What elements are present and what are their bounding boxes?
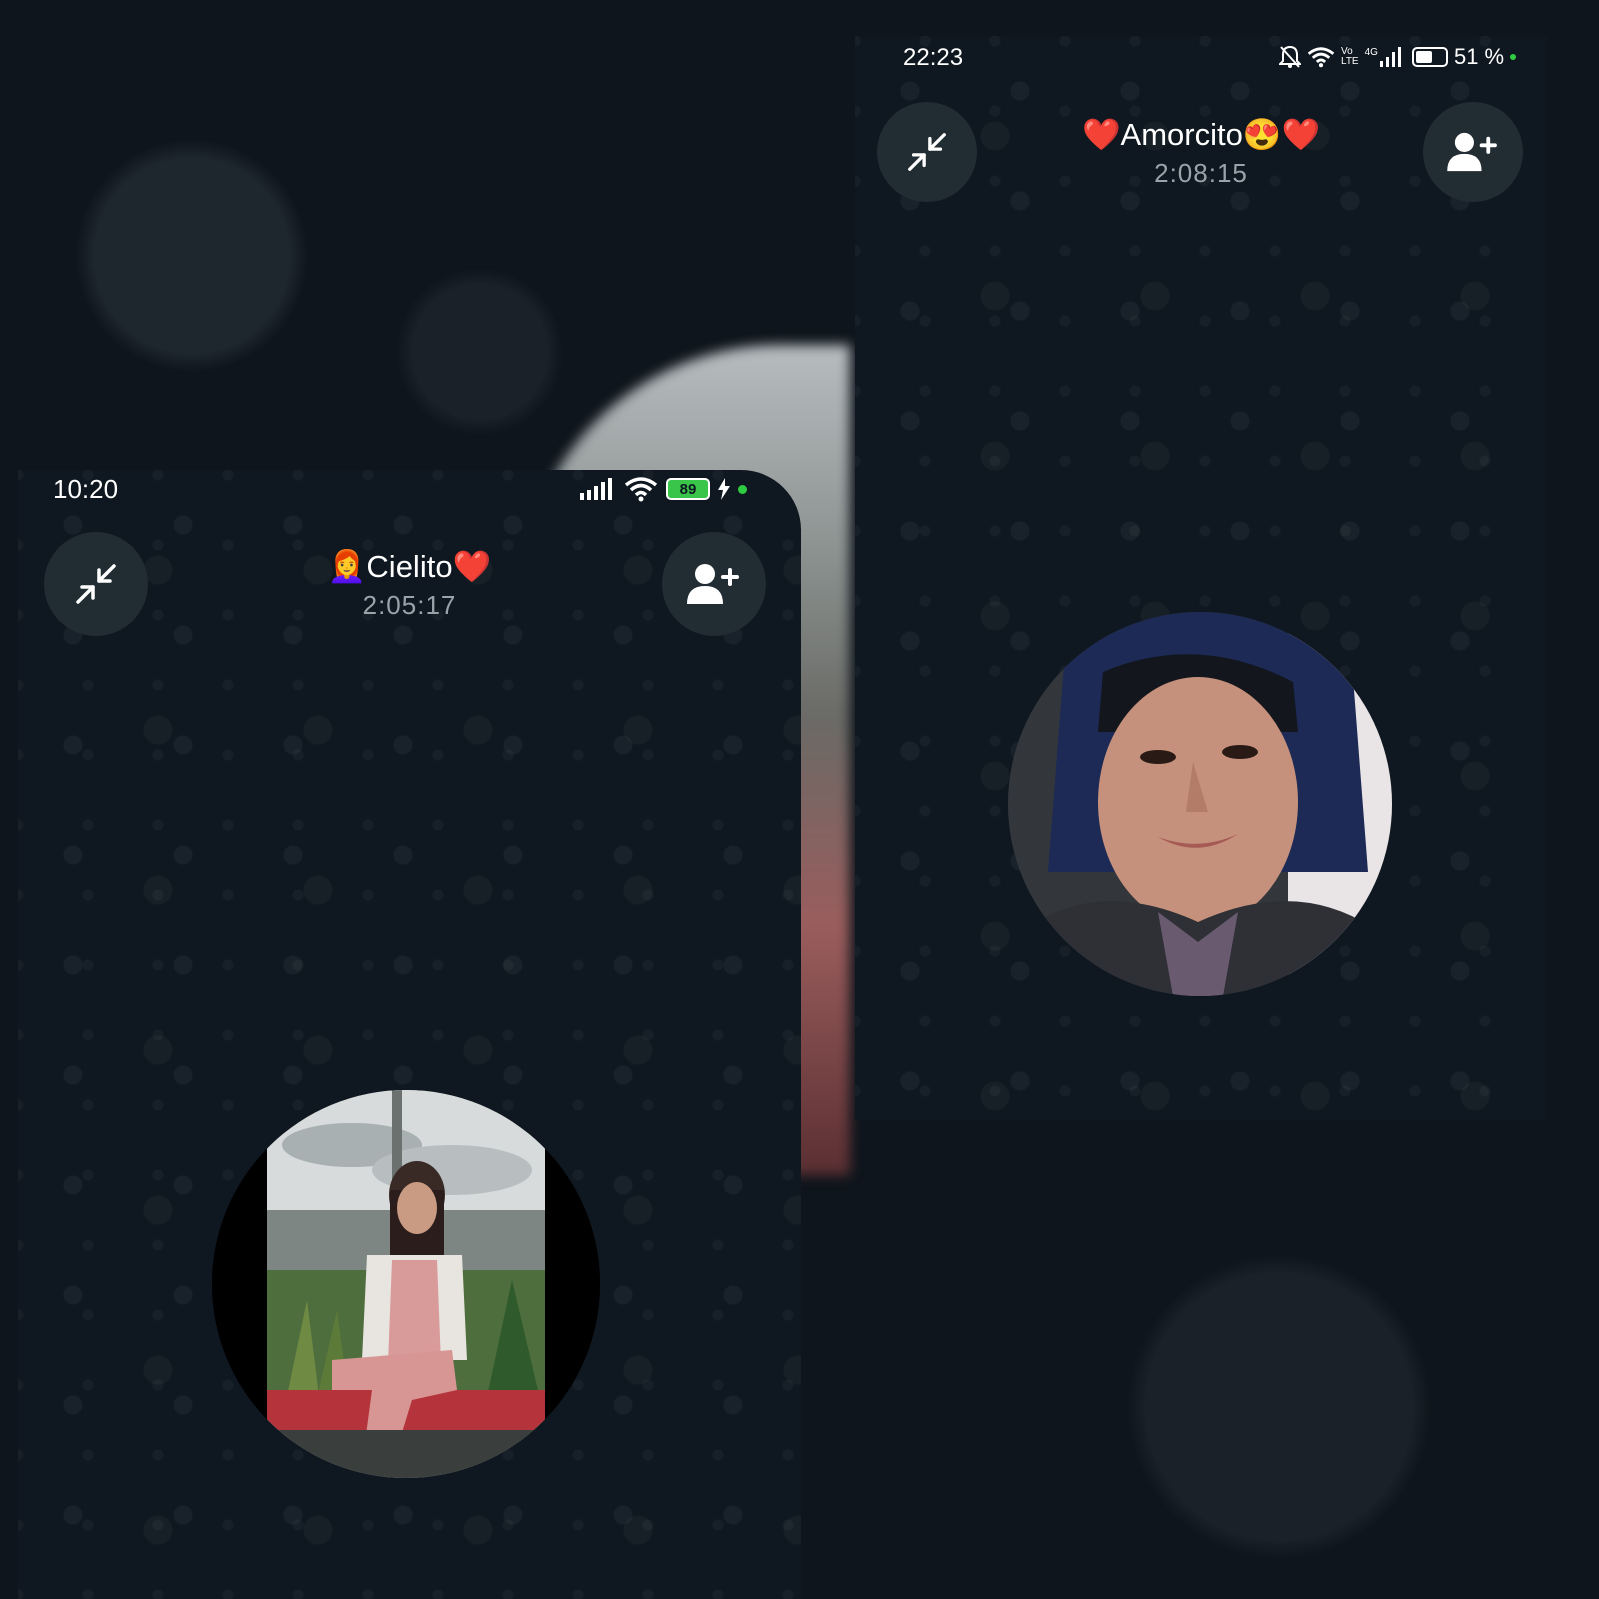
contact-video-feed: [1008, 612, 1392, 996]
status-dot: [1510, 54, 1517, 60]
add-participant-button[interactable]: [662, 532, 766, 636]
volte-label: Vo LTE: [1341, 47, 1359, 67]
video-frame-photo: [212, 1090, 600, 1478]
battery-icon: 89: [666, 478, 710, 500]
wifi-icon: [624, 477, 658, 502]
bolt-icon: [718, 478, 730, 500]
battery-icon: [1411, 47, 1448, 67]
contact-video-feed: [212, 1090, 600, 1478]
add-person-icon: [1447, 132, 1497, 172]
battery-level: 89: [679, 480, 697, 498]
status-bar-icons: 89: [580, 476, 747, 502]
signal-icon: [580, 478, 612, 500]
contact-prefix-emoji: 👩‍🦰: [327, 549, 367, 584]
video-frame-photo: [1008, 612, 1392, 996]
status-bar-time: 22:23: [903, 44, 964, 71]
add-participant-button[interactable]: [1423, 102, 1523, 202]
wifi-icon: [1307, 47, 1335, 68]
left-call-screen: 10:20 89 👩‍🦰Cieli: [18, 470, 801, 1599]
bell-off-icon: [1279, 45, 1301, 68]
mobile-network: 4G: [1365, 47, 1402, 67]
network-type-label: 4G: [1364, 47, 1378, 58]
volte-lte: LTE: [1341, 56, 1359, 67]
status-dot: [738, 484, 747, 494]
status-bar-icons: Vo LTE 4G 51 %: [1279, 44, 1517, 70]
status-bar-time: 10:20: [53, 474, 119, 504]
signal-icon: [1379, 47, 1401, 67]
add-person-icon: [687, 564, 739, 604]
contact-name-text: Cielito❤️: [366, 549, 492, 584]
battery-percent: 51 %: [1453, 44, 1505, 69]
right-call-screen: 22:23 Vo LTE 4G 51 % ❤️Amorcito😍❤️ 2:08:…: [855, 36, 1547, 1120]
